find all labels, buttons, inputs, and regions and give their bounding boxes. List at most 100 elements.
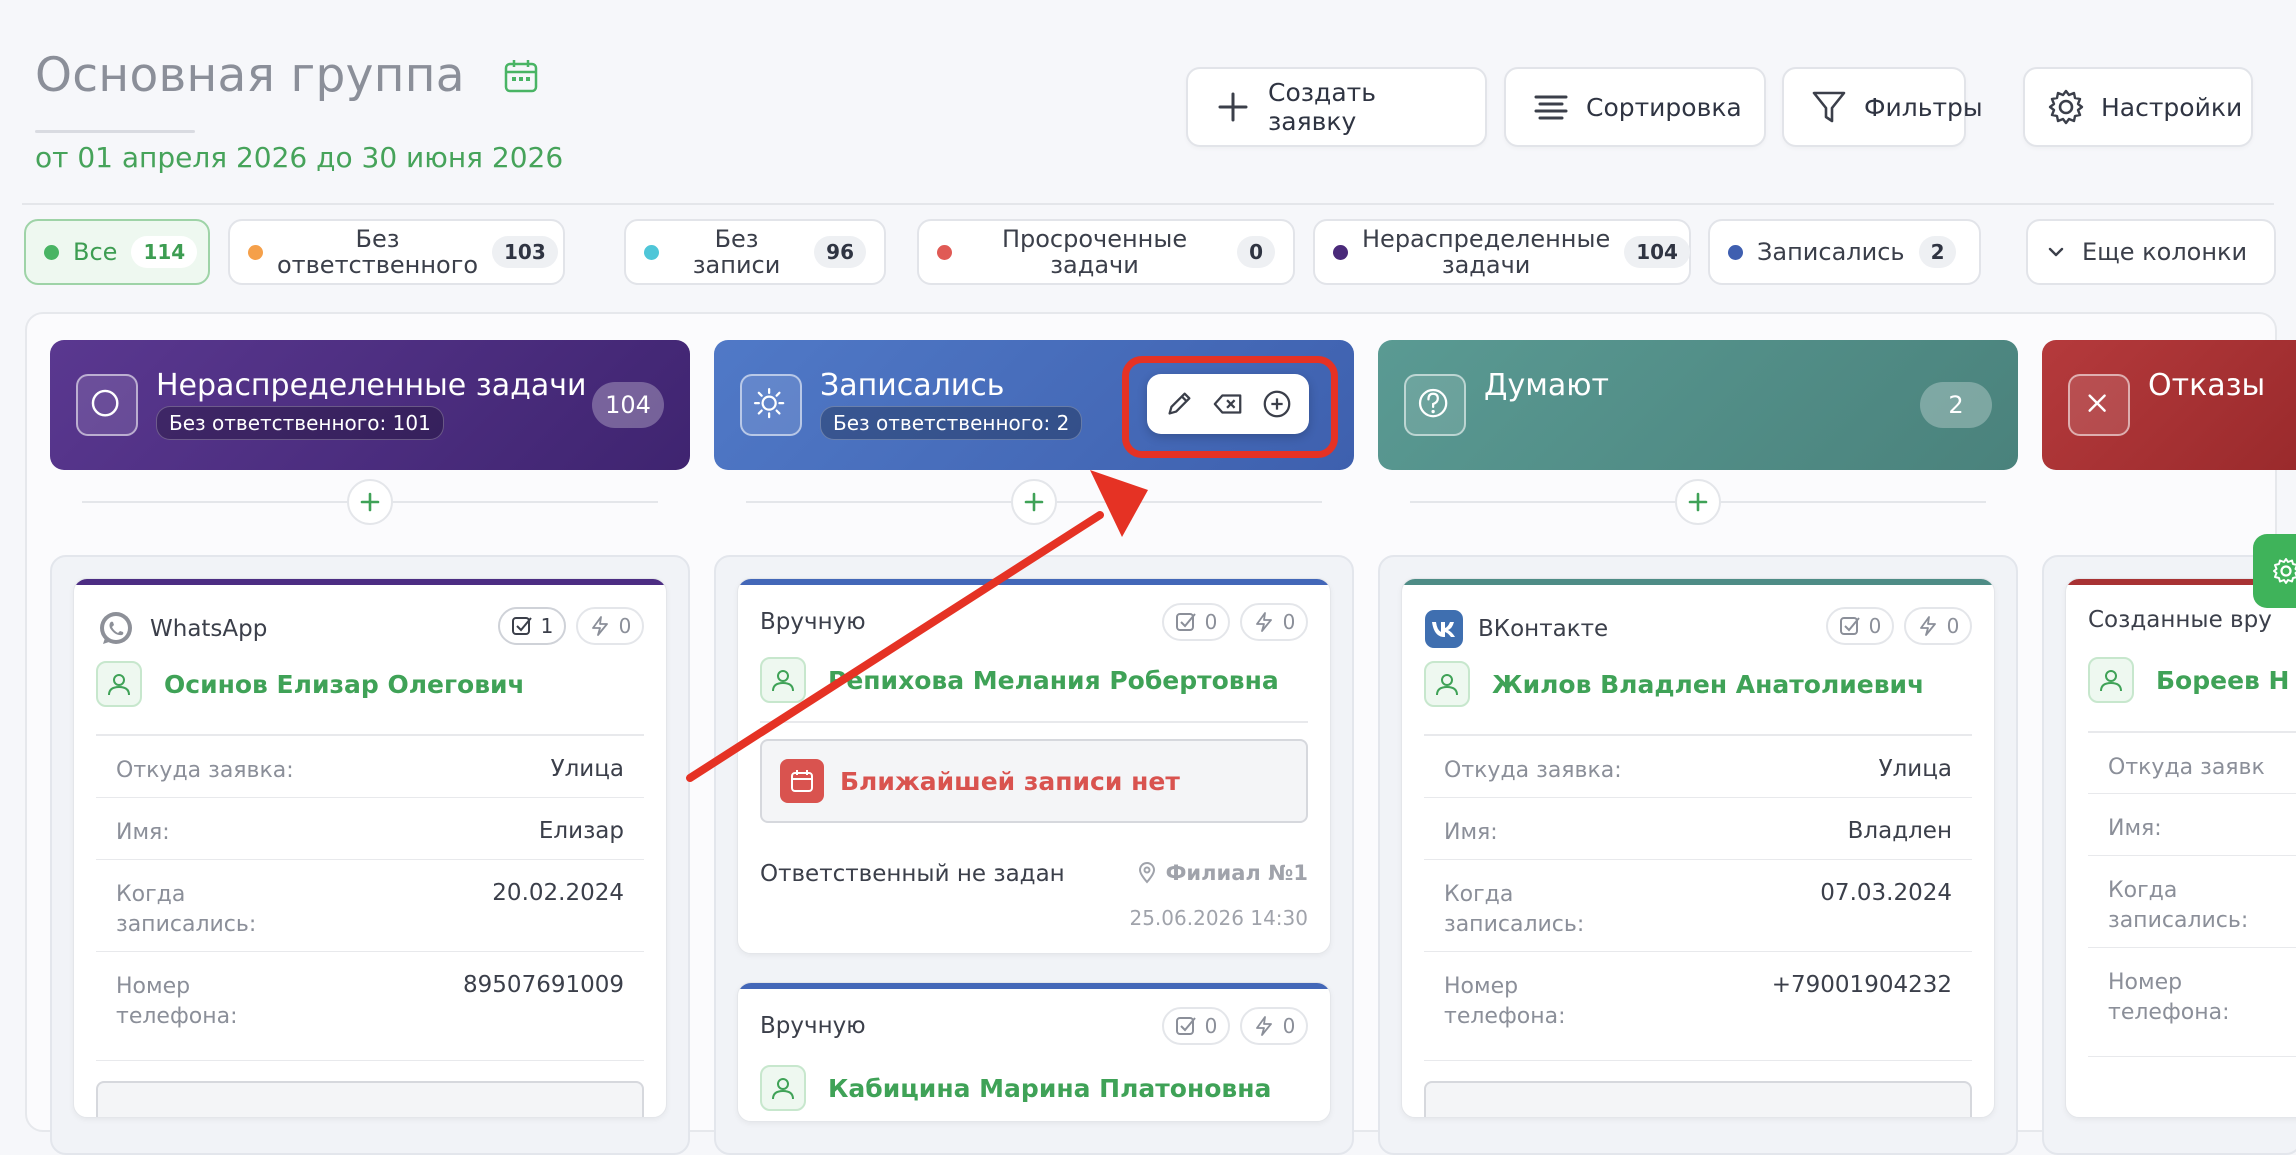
card-accent [738, 579, 1330, 585]
lead-card[interactable]: ВКонтакте 0 0 Жилов Владлен Анатолиевич … [1401, 578, 1995, 1118]
chip-all[interactable]: Все 114 [24, 219, 210, 285]
events-badge[interactable]: 0 [1240, 1007, 1308, 1045]
events-badge[interactable]: 0 [1240, 603, 1308, 641]
lead-card[interactable]: Вручную 0 0 Кабицина Марина Платоновна [737, 982, 1331, 1122]
field-label: Откуда заявк [2108, 755, 2265, 780]
card-source: Вручную [760, 609, 866, 635]
field-row: Имя: Елизар [96, 797, 644, 859]
sort-label: Сортировка [1586, 92, 1742, 122]
column-header-unassigned[interactable]: Нераспределенные задачи Без ответственно… [50, 340, 690, 470]
events-count: 0 [618, 614, 632, 638]
field-row: Имя: Владлен [1424, 797, 1972, 859]
tasks-badge[interactable]: 0 [1162, 603, 1230, 641]
field-row: Номер телефона: +79001904232 [1424, 951, 1972, 1061]
create-request-button[interactable]: Создать заявку [1186, 67, 1487, 147]
user-icon [760, 657, 806, 703]
card-divider [760, 721, 1308, 723]
settings-label: Настройки [2101, 92, 2243, 122]
user-icon [2088, 657, 2134, 703]
tasks-badge[interactable]: 1 [498, 607, 566, 645]
field-label-line: записались: [2108, 908, 2249, 933]
next-record-box [1424, 1081, 1972, 1117]
field-value: 07.03.2024 [1820, 880, 1952, 906]
next-record-box: Ближайшей записи нет [760, 739, 1308, 823]
chip-label: Без записи [692, 225, 781, 279]
filter-icon [1810, 88, 1848, 126]
column-header-refusals[interactable]: Отказы [2042, 340, 2296, 470]
vk-icon [1424, 609, 1464, 649]
events-badge[interactable]: 0 [576, 607, 644, 645]
more-columns-button[interactable]: Еще колонки [2026, 219, 2276, 285]
plus-icon [1686, 490, 1710, 514]
events-badge[interactable]: 0 [1904, 607, 1972, 645]
field-label-line: телефона: [1444, 1004, 1566, 1029]
sun-icon [740, 374, 802, 436]
card-person[interactable]: Осинов Елизар Олегович [96, 661, 525, 707]
column-title: Записались [820, 368, 1005, 403]
chevron-down-icon [2046, 242, 2066, 262]
lead-card[interactable]: Вручную 0 0 Репихова Мелания Робертовна … [737, 578, 1331, 954]
header-divider [22, 203, 2274, 205]
lead-card[interactable]: WhatsApp 1 0 Осинов Елизар Олегович Отку… [73, 578, 667, 1118]
chip-unassigned-tasks[interactable]: Нераспределенные задачи 104 [1313, 219, 1691, 285]
settings-button[interactable]: Настройки [2023, 67, 2253, 147]
add-card-button[interactable] [347, 479, 393, 525]
chip-label-line: Без [355, 225, 400, 253]
responsible-label: Ответственный не задан [760, 861, 1065, 887]
chip-label-line: задачи [1441, 251, 1531, 279]
lightning-icon [1253, 1015, 1275, 1037]
chip-label-line: ответственного [277, 251, 478, 279]
chip-signed-up[interactable]: Записались 2 [1708, 219, 1981, 285]
lightning-icon [1917, 615, 1939, 637]
highlight-box [1122, 356, 1338, 458]
person-name: Жилов Владлен Анатолиевич [1492, 669, 1925, 699]
card-source-label: ВКонтакте [1478, 616, 1609, 642]
status-dot [248, 244, 263, 260]
field-label: Имя: [1444, 820, 1498, 845]
add-card-button[interactable] [1675, 479, 1721, 525]
field-value: Владлен [1847, 818, 1952, 844]
card-badges: 0 0 [1826, 607, 1972, 645]
checkbox-icon [1175, 1015, 1197, 1037]
tasks-badge[interactable]: 0 [1162, 1007, 1230, 1045]
card-source: WhatsApp [96, 609, 267, 649]
field-label-line: Номер [1444, 974, 1519, 999]
chip-label-line: Нераспределенные [1362, 225, 1611, 253]
card-source-label: Вручную [760, 1013, 866, 1039]
add-card-button[interactable] [1011, 479, 1057, 525]
tasks-count: 0 [1204, 1014, 1218, 1038]
create-label: Создать заявку [1268, 78, 1376, 136]
gear-icon [2271, 556, 2296, 586]
side-settings-tab[interactable] [2253, 534, 2296, 608]
field-label-line: Когда [116, 882, 186, 907]
chip-no-record[interactable]: Без записи 96 [624, 219, 886, 285]
filters-button[interactable]: Фильтры [1782, 67, 1983, 147]
tasks-badge[interactable]: 0 [1826, 607, 1894, 645]
date-range[interactable]: от 01 апреля 2026 до 30 июня 2026 [35, 141, 563, 174]
lightning-icon [589, 615, 611, 637]
chip-no-responsible[interactable]: Без ответственного 103 [228, 219, 565, 285]
column-subtitle: Без ответственного: 101 [156, 406, 444, 440]
person-name: Кабицина Марина Платоновна [828, 1073, 1272, 1103]
sort-icon [1532, 88, 1570, 126]
card-person[interactable]: Бореев Н [2088, 657, 2289, 703]
card-accent [738, 983, 1330, 989]
calendar-icon[interactable] [503, 58, 539, 94]
card-person[interactable]: Репихова Мелания Робертовна [760, 657, 1279, 703]
user-icon [760, 1065, 806, 1111]
lead-card[interactable]: Созданные вру Бореев Н Откуда заявк Имя:… [2065, 578, 2296, 1118]
card-person[interactable]: Кабицина Марина Платоновна [760, 1065, 1271, 1111]
chip-count: 2 [1918, 236, 1957, 268]
card-badges: 0 0 [1162, 603, 1308, 641]
card-person[interactable]: Жилов Владлен Анатолиевич [1424, 661, 1924, 707]
branch-label: Филиал №1 [1165, 861, 1308, 885]
sort-button[interactable]: Сортировка [1504, 67, 1766, 147]
status-dot [644, 244, 659, 260]
column-header-thinking[interactable]: Думают 2 [1378, 340, 2018, 470]
chip-overdue[interactable]: Просроченные задачи 0 [917, 219, 1295, 285]
field-label-line: телефона: [116, 1004, 238, 1029]
filters-label: Фильтры [1864, 92, 1983, 122]
column-title: Думают [1484, 368, 1609, 403]
status-dot [1728, 244, 1743, 260]
field-label: Имя: [116, 820, 170, 845]
